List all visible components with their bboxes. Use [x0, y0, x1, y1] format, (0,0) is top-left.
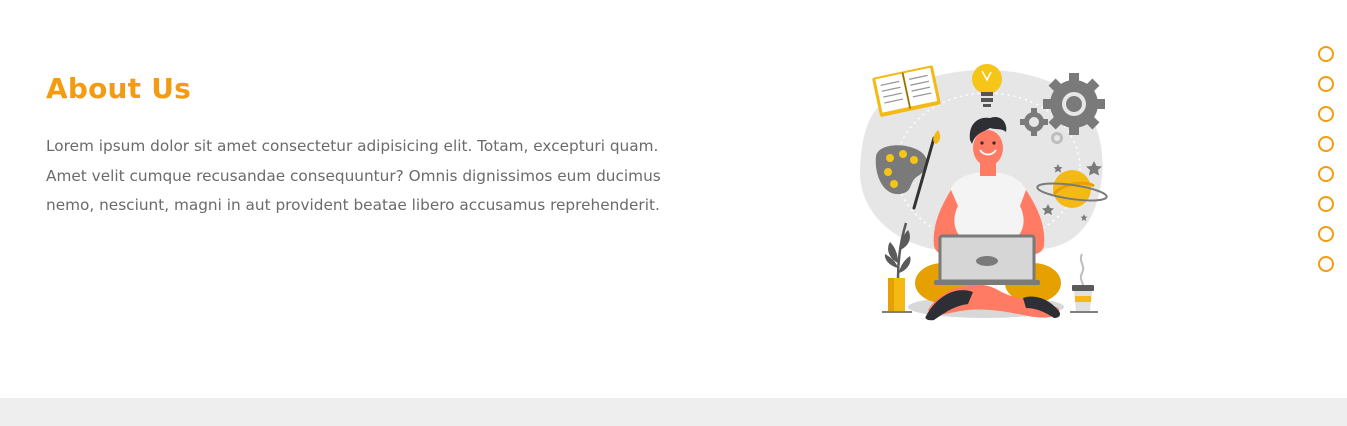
laptop-icon — [934, 234, 1040, 285]
about-paragraph: Lorem ipsum dolor sit amet consectetur a… — [46, 137, 661, 214]
coffee-cup-icon — [1070, 253, 1098, 313]
dot-nav-item[interactable] — [1318, 106, 1334, 122]
dot-nav-item[interactable] — [1318, 76, 1334, 92]
person-with-laptop-illustration — [859, 64, 1108, 321]
about-title: About Us — [46, 72, 192, 105]
dot-nav-item[interactable] — [1318, 256, 1334, 272]
dot-navigation — [1316, 46, 1340, 286]
next-section-band — [0, 398, 1347, 426]
plant-icon — [882, 222, 912, 313]
dot-nav-item[interactable] — [1318, 166, 1334, 182]
dot-nav-item[interactable] — [1318, 226, 1334, 242]
dot-nav-item[interactable] — [1318, 196, 1334, 212]
dot-nav-item[interactable] — [1318, 136, 1334, 152]
about-section: About Us Lorem ipsum dolor sit amet cons… — [0, 0, 1347, 398]
dot-nav-item[interactable] — [1318, 46, 1334, 62]
